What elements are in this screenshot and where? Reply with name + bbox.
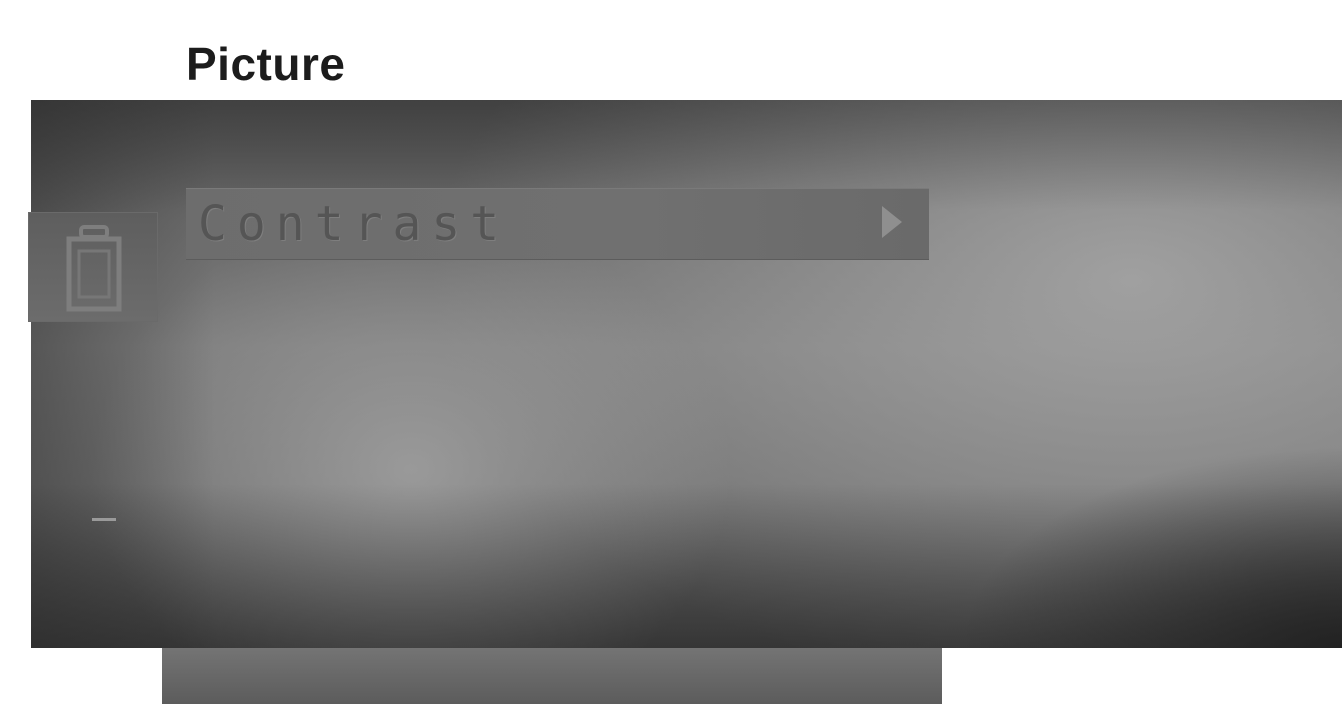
menu-item-label: Contrast: [198, 196, 510, 252]
osd-screen: [31, 100, 1342, 648]
osd-screen-lower: [162, 648, 942, 704]
page-title: Picture: [186, 38, 346, 90]
picture-category-icon[interactable]: [28, 212, 158, 322]
arrow-right-icon[interactable]: [878, 204, 906, 240]
menu-item-contrast[interactable]: Contrast: [186, 188, 929, 260]
picture-icon: [66, 225, 122, 312]
manual-figure: Picture Contrast: [0, 0, 1342, 704]
divider-mark: [92, 518, 116, 521]
